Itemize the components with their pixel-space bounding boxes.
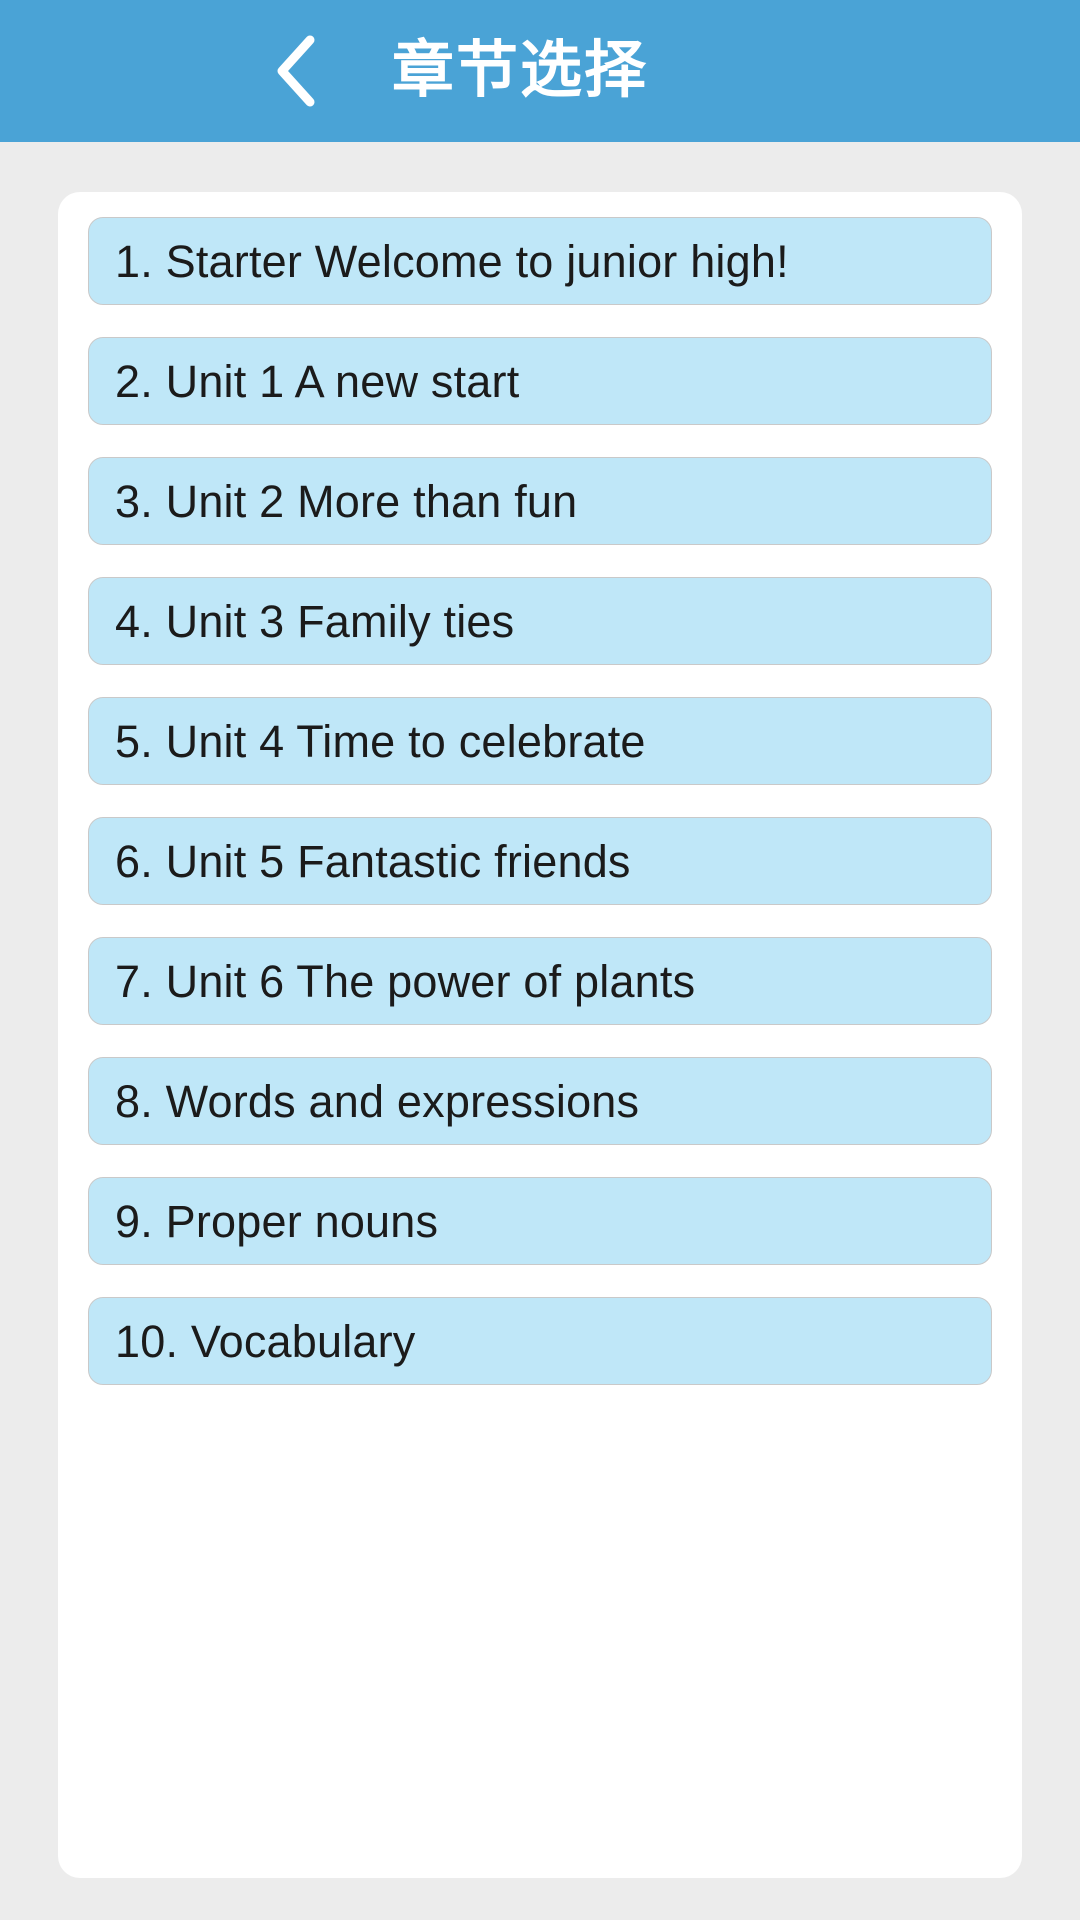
chapter-item-label: 6. Unit 5 Fantastic friends bbox=[115, 835, 631, 887]
chapter-item-4[interactable]: 4. Unit 3 Family ties bbox=[88, 577, 992, 665]
chapter-item-label: 4. Unit 3 Family ties bbox=[115, 595, 515, 647]
chapter-item-1[interactable]: 1. Starter Welcome to junior high! bbox=[88, 217, 992, 305]
chapter-item-label: 5. Unit 4 Time to celebrate bbox=[115, 715, 646, 767]
page-title: 章节选择 bbox=[392, 36, 649, 105]
chapter-item-label: 8. Words and expressions bbox=[115, 1075, 640, 1127]
chapter-list-card: 1. Starter Welcome to junior high! 2. Un… bbox=[58, 192, 1022, 1878]
chapter-item-5[interactable]: 5. Unit 4 Time to celebrate bbox=[88, 697, 992, 785]
chevron-left-icon bbox=[272, 32, 318, 110]
chapter-item-8[interactable]: 8. Words and expressions bbox=[88, 1057, 992, 1145]
chapter-item-label: 3. Unit 2 More than fun bbox=[115, 475, 578, 527]
chapter-item-label: 9. Proper nouns bbox=[115, 1195, 439, 1247]
chapter-item-3[interactable]: 3. Unit 2 More than fun bbox=[88, 457, 992, 545]
chapter-item-10[interactable]: 10. Vocabulary bbox=[88, 1297, 992, 1385]
back-button[interactable] bbox=[240, 21, 350, 121]
chapter-item-6[interactable]: 6. Unit 5 Fantastic friends bbox=[88, 817, 992, 905]
chapter-item-label: 10. Vocabulary bbox=[115, 1315, 416, 1367]
chapter-item-label: 7. Unit 6 The power of plants bbox=[115, 955, 696, 1007]
chapter-item-2[interactable]: 2. Unit 1 A new start bbox=[88, 337, 992, 425]
app-header: 章节选择 bbox=[0, 0, 1080, 142]
chapter-item-label: 1. Starter Welcome to junior high! bbox=[115, 235, 789, 287]
chapter-item-label: 2. Unit 1 A new start bbox=[115, 355, 520, 407]
chapter-item-9[interactable]: 9. Proper nouns bbox=[88, 1177, 992, 1265]
chapter-list: 1. Starter Welcome to junior high! 2. Un… bbox=[88, 217, 992, 1385]
chapter-item-7[interactable]: 7. Unit 6 The power of plants bbox=[88, 937, 992, 1025]
